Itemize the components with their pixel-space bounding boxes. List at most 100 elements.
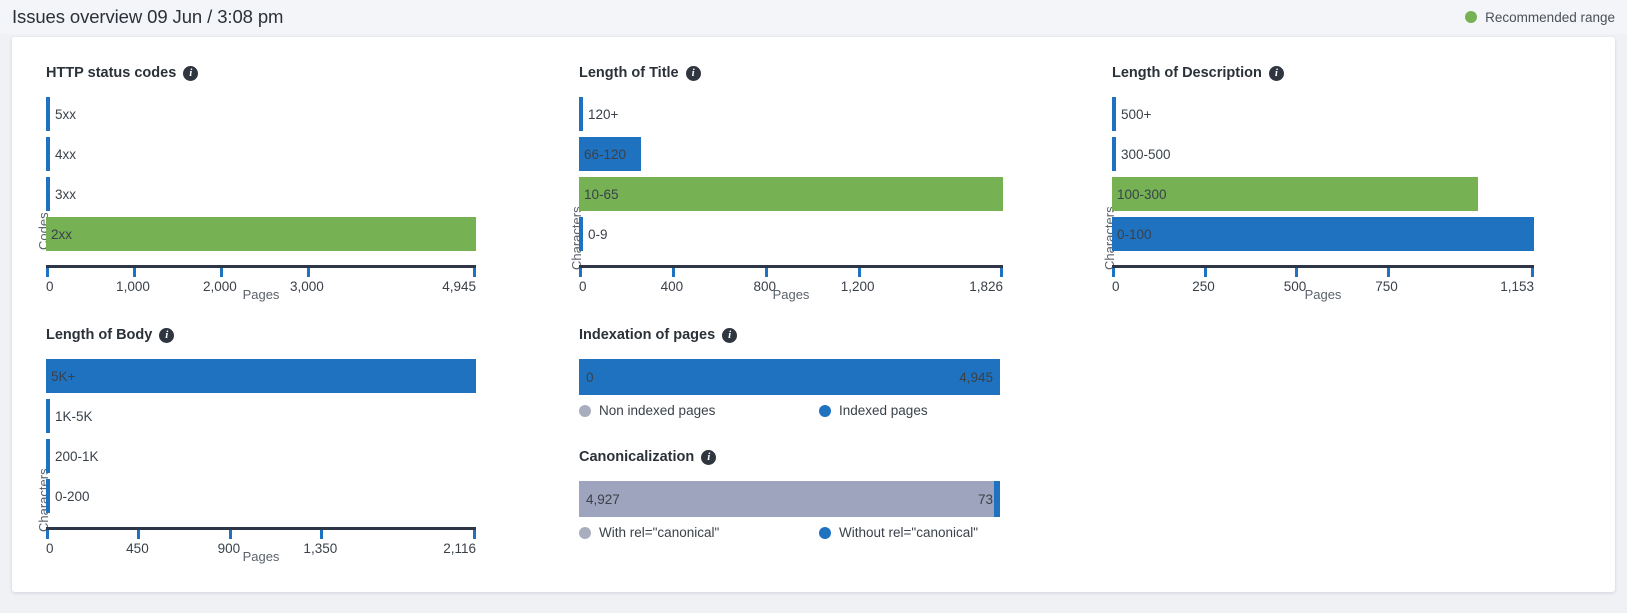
info-icon[interactable]: i [183,66,198,81]
legend-item[interactable]: Non indexed pages [579,403,715,418]
http-status-plot-area: 5xx 4xx 3xx 2xx [46,97,476,265]
bar-3xx[interactable] [46,177,50,211]
info-icon[interactable]: i [722,328,737,343]
bar-row[interactable]: 500+ [1112,97,1534,131]
axis-tick [46,530,49,539]
description-length-plot-area: 500+ 300-500 100-300 0-100 [1112,97,1534,265]
bar-row[interactable]: 5K+ [46,359,476,393]
axis-tick-label: 0 [1112,279,1120,294]
axis-tick-label: 1,200 [841,279,875,294]
axis-tick [229,530,232,539]
panel-length-of-description-title-text: Length of Description [1112,65,1262,81]
bar-label: 3xx [50,177,76,211]
recommended-range-legend: Recommended range [1465,0,1615,34]
bar-0-100[interactable] [1112,217,1534,251]
bar-10-65[interactable] [579,177,1003,211]
axis-tick-label: 2,000 [203,279,237,294]
canonicalization-legend: With rel="canonical" Without rel="canonic… [579,525,1000,545]
legend-item[interactable]: Indexed pages [819,403,928,418]
bar-100-300[interactable] [1112,177,1478,211]
bar-row[interactable]: 300-500 [1112,137,1534,171]
axis-tick [1112,268,1115,277]
panel-canonicalization-title-text: Canonicalization [579,449,694,465]
bar-row[interactable]: 66-120 [579,137,1003,171]
panel-indexation-title-text: Indexation of pages [579,327,715,343]
stack-segment[interactable]: 73 [994,481,1000,517]
bar-label: 4xx [50,137,76,171]
bar-row[interactable]: 4xx [46,137,476,171]
info-icon[interactable]: i [701,450,716,465]
issues-overview-card: HTTP status codes i Codes 5xx4xx3xx2xx 0… [12,37,1615,592]
legend-item[interactable]: With rel="canonical" [579,525,719,540]
bar-label: 120+ [583,97,618,131]
indexation-stacked-bar[interactable]: 4,945 0 [579,359,1000,395]
bar-0-200[interactable] [46,479,50,513]
bar-row[interactable]: 120+ [579,97,1003,131]
bar-5k-[interactable] [46,359,476,393]
description-length-x-axis: 02505007501,153 [1112,265,1534,268]
legend-item-label: With rel="canonical" [599,525,719,540]
http-status-x-axis-caption: Pages [243,287,280,302]
bar-label: 1K-5K [50,399,93,433]
body-length-x-axis: 04509001,3502,116 [46,527,476,530]
bar-row[interactable]: 5xx [46,97,476,131]
http-status-x-axis: 01,0002,0003,0004,945 [46,265,476,268]
axis-tick-label: 4,945 [442,279,476,294]
panel-length-of-body-title-text: Length of Body [46,327,152,343]
axis-tick [672,268,675,277]
axis-tick-label: 1,350 [303,541,337,556]
app-header: Issues overview 09 Jun / 3:08 pm Recomme… [0,0,1627,34]
info-icon[interactable]: i [159,328,174,343]
canonicalization-stacked-bar[interactable]: 4,927 73 [579,481,1000,517]
bar-label: 5xx [50,97,76,131]
bar-row[interactable]: 200-1K [46,439,476,473]
bar-row[interactable]: 2xx [46,217,476,251]
axis-tick-label: 750 [1375,279,1398,294]
bar-row[interactable]: 100-300 [1112,177,1534,211]
description-length-x-axis-caption: Pages [1305,287,1342,302]
axis-tick [133,268,136,277]
info-icon[interactable]: i [1269,66,1284,81]
bar-label: 0-9 [583,217,608,251]
bar-120-[interactable] [579,97,583,131]
stack-segment[interactable]: 4,927 [579,481,994,517]
legend-swatch-icon [579,527,591,539]
axis-tick [858,268,861,277]
stack-segment-value: 4,945 [959,370,993,385]
bar-row[interactable]: 0-9 [579,217,1003,251]
stack-segment-value: 0 [586,370,594,385]
bar-0-9[interactable] [579,217,583,251]
axis-tick [1204,268,1207,277]
panel-length-of-body: Length of Body i Characters 5K+1K-5K200-… [46,327,516,587]
bar-4xx[interactable] [46,137,50,171]
panel-http-status-codes-title-text: HTTP status codes [46,65,176,81]
bar-200-1k[interactable] [46,439,50,473]
stack-segment[interactable]: 4,945 0 [579,359,1000,395]
stack-segment-value: 4,927 [586,492,620,507]
stack-segment-value: 73 [978,492,993,507]
bar-1k-5k[interactable] [46,399,50,433]
bar-row[interactable]: 1K-5K [46,399,476,433]
bar-row[interactable]: 0-200 [46,479,476,513]
axis-tick-label: 0 [46,279,54,294]
bar-2xx[interactable] [46,217,476,251]
indexation-legend: Non indexed pages Indexed pages [579,403,1000,423]
legend-swatch-icon [579,405,591,417]
bar-66-120[interactable] [579,137,641,171]
legend-item[interactable]: Without rel="canonical" [819,525,978,540]
bar-row[interactable]: 3xx [46,177,476,211]
panel-length-of-body-title: Length of Body i [46,327,174,343]
axis-tick-label: 900 [218,541,241,556]
bar-row[interactable]: 10-65 [579,177,1003,211]
title-length-plot-area: 120+ 66-120 10-65 0-9 [579,97,1003,265]
legend-item-label: Indexed pages [839,403,928,418]
axis-tick [1531,268,1534,277]
info-icon[interactable]: i [686,66,701,81]
bar-5xx[interactable] [46,97,50,131]
axis-tick [1387,268,1390,277]
bar-500-[interactable] [1112,97,1116,131]
axis-tick-label: 250 [1192,279,1215,294]
bar-label: 500+ [1116,97,1151,131]
bar-row[interactable]: 0-100 [1112,217,1534,251]
bar-300-500[interactable] [1112,137,1116,171]
